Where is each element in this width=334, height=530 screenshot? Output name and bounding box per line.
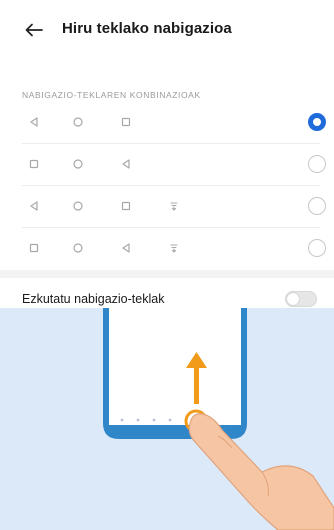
radio-unselected[interactable] [308,239,326,257]
recent-square-icon [27,157,41,171]
section-label: NABIGAZIO-TEKLAREN KONBINAZIOAK [22,90,201,100]
radio-selected[interactable] [308,113,326,131]
combination-row[interactable] [0,102,334,144]
switch-knob [287,293,299,305]
notification-icon [167,199,181,213]
arrow-left-icon [25,23,43,37]
phone-screen [109,308,241,425]
gesture-illustration [0,308,334,530]
hide-nav-keys-label: Ezkutatu nabigazio-teklak [22,292,165,306]
hand-icon [188,413,334,530]
hide-nav-keys-switch[interactable] [285,291,317,307]
illustration-graphic [103,308,334,530]
page-title: Hiru teklako nabigazioa [62,20,232,37]
back-triangle-icon [119,241,133,255]
recent-square-icon [119,115,133,129]
back-triangle-icon [119,157,133,171]
section-divider [0,270,334,278]
back-triangle-icon [27,115,41,129]
combination-row[interactable] [0,228,334,270]
recent-square-icon [119,199,133,213]
notification-icon [167,241,181,255]
home-circle-icon [71,157,85,171]
home-circle-icon [71,199,85,213]
combination-row[interactable] [0,186,334,228]
home-circle-icon [71,241,85,255]
back-triangle-icon [27,199,41,213]
home-circle-icon [71,115,85,129]
combination-row[interactable] [0,144,334,186]
radio-unselected[interactable] [308,155,326,173]
radio-unselected[interactable] [308,197,326,215]
back-button[interactable] [22,18,46,42]
app-header: Hiru teklako nabigazioa [0,0,334,58]
recent-square-icon [27,241,41,255]
